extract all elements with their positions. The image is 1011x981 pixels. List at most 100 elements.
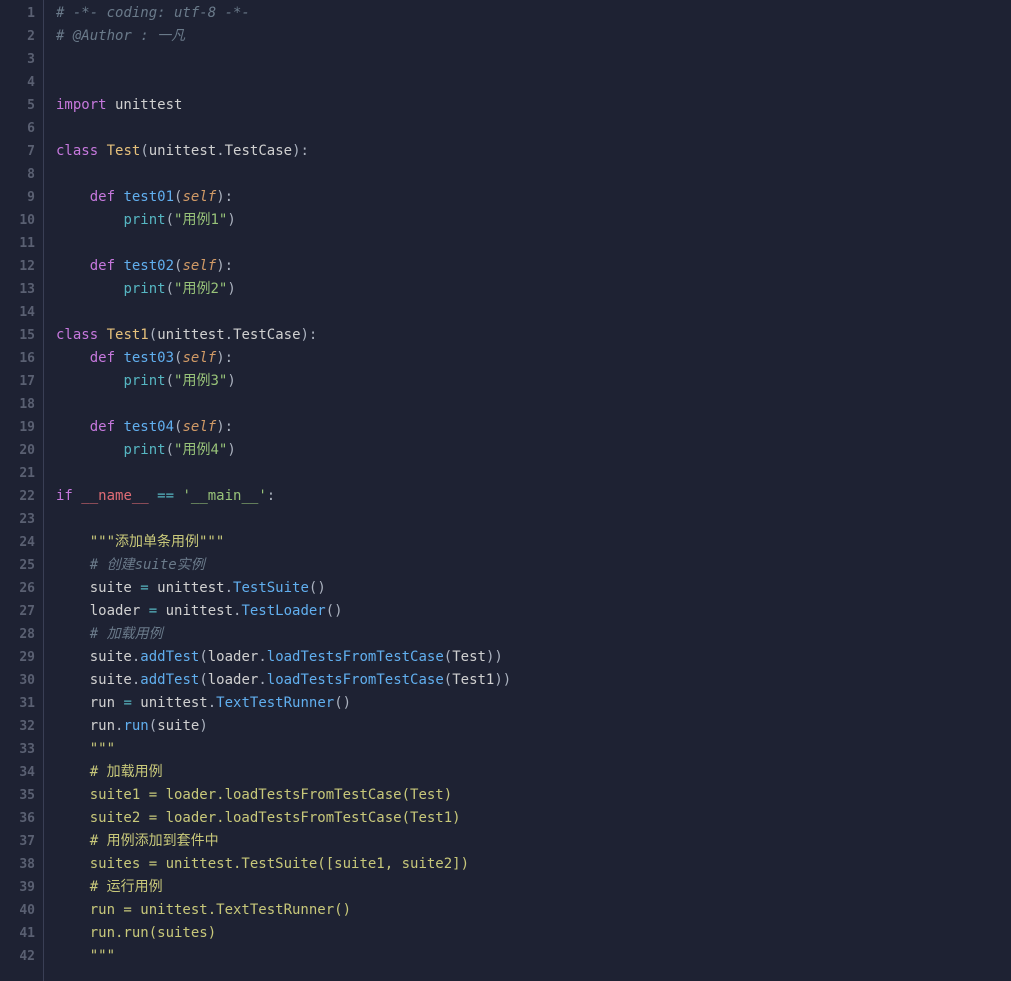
code-line[interactable]: print("用例3") <box>56 370 1011 393</box>
line-number: 1 <box>0 2 35 25</box>
code-token: TestCase <box>225 143 292 159</box>
code-line[interactable]: run.run(suites) <box>56 922 1011 945</box>
line-number: 26 <box>0 577 35 600</box>
code-token: print <box>123 212 165 228</box>
code-token: class <box>56 143 98 159</box>
code-line[interactable]: import unittest <box>56 94 1011 117</box>
code-area[interactable]: # -*- coding: utf-8 -*- # @Author : 一凡 im… <box>44 0 1011 981</box>
code-line[interactable]: class Test1(unittest.TestCase): <box>56 324 1011 347</box>
code-line[interactable]: suite2 = loader.loadTestsFromTestCase(Te… <box>56 807 1011 830</box>
code-token: = <box>149 603 157 619</box>
code-token: addTest <box>140 672 199 688</box>
code-line[interactable]: suite = unittest.TestSuite() <box>56 577 1011 600</box>
code-token: # @Author : 一凡 <box>56 28 185 44</box>
line-number: 2 <box>0 25 35 48</box>
code-line[interactable] <box>56 71 1011 94</box>
code-token <box>56 373 123 389</box>
code-token: . <box>216 143 224 159</box>
code-line[interactable] <box>56 462 1011 485</box>
code-line[interactable]: suite.addTest(loader.loadTestsFromTestCa… <box>56 646 1011 669</box>
code-token <box>56 419 90 435</box>
code-token: suite <box>56 649 132 665</box>
code-token <box>56 189 90 205</box>
code-token <box>56 350 90 366</box>
code-line[interactable]: if __name__ == '__main__': <box>56 485 1011 508</box>
code-line[interactable] <box>56 508 1011 531</box>
code-token: class <box>56 327 98 343</box>
code-line[interactable]: print("用例1") <box>56 209 1011 232</box>
line-number: 16 <box>0 347 35 370</box>
code-line[interactable]: def test04(self): <box>56 416 1011 439</box>
line-number: 37 <box>0 830 35 853</box>
code-token: ( <box>444 672 452 688</box>
code-token: def <box>90 189 115 205</box>
code-line[interactable] <box>56 163 1011 186</box>
line-number: 35 <box>0 784 35 807</box>
code-line[interactable] <box>56 48 1011 71</box>
code-token: loader <box>208 649 259 665</box>
code-line[interactable]: loader = unittest.TestLoader() <box>56 600 1011 623</box>
code-line[interactable]: print("用例2") <box>56 278 1011 301</box>
code-line[interactable]: suite1 = loader.loadTestsFromTestCase(Te… <box>56 784 1011 807</box>
code-line[interactable]: # -*- coding: utf-8 -*- <box>56 2 1011 25</box>
code-line[interactable]: def test02(self): <box>56 255 1011 278</box>
code-line[interactable]: suites = unittest.TestSuite([suite1, sui… <box>56 853 1011 876</box>
code-token <box>56 810 90 826</box>
code-token: Test1 <box>107 327 149 343</box>
code-line[interactable]: def test03(self): <box>56 347 1011 370</box>
code-token: suites = unittest.TestSuite([suite1, sui… <box>90 856 469 872</box>
code-token: loader <box>56 603 149 619</box>
code-token: unittest <box>132 695 208 711</box>
code-line[interactable]: """ <box>56 738 1011 761</box>
code-token: unittest <box>107 97 183 113</box>
code-token: ( <box>444 649 452 665</box>
code-line[interactable]: # 加载用例 <box>56 761 1011 784</box>
line-number: 42 <box>0 945 35 968</box>
code-line[interactable] <box>56 117 1011 140</box>
code-token: """ <box>90 741 115 757</box>
line-number: 21 <box>0 462 35 485</box>
code-line[interactable]: # 运行用例 <box>56 876 1011 899</box>
code-token: ( <box>166 281 174 297</box>
code-token: () <box>309 580 326 596</box>
line-number: 28 <box>0 623 35 646</box>
code-line[interactable]: # 加载用例 <box>56 623 1011 646</box>
code-line[interactable]: # 用例添加到套件中 <box>56 830 1011 853</box>
code-line[interactable]: run = unittest.TextTestRunner() <box>56 692 1011 715</box>
code-token: "用例4" <box>174 442 227 458</box>
code-token: print <box>123 442 165 458</box>
code-token: )) <box>494 672 511 688</box>
code-token: run.run(suites) <box>90 925 216 941</box>
line-number: 11 <box>0 232 35 255</box>
code-line[interactable]: class Test(unittest.TestCase): <box>56 140 1011 163</box>
code-line[interactable]: # 创建suite实例 <box>56 554 1011 577</box>
code-token: suite <box>56 672 132 688</box>
code-line[interactable]: # @Author : 一凡 <box>56 25 1011 48</box>
code-line[interactable]: """ <box>56 945 1011 968</box>
code-token: self <box>182 189 216 205</box>
code-token: ) <box>227 442 235 458</box>
line-number: 7 <box>0 140 35 163</box>
code-token: Test <box>452 649 486 665</box>
code-line[interactable]: print("用例4") <box>56 439 1011 462</box>
code-line[interactable]: run = unittest.TextTestRunner() <box>56 899 1011 922</box>
line-number: 9 <box>0 186 35 209</box>
code-token <box>56 856 90 872</box>
code-token: '__main__' <box>182 488 266 504</box>
code-line[interactable]: run.run(suite) <box>56 715 1011 738</box>
code-token: ): <box>301 327 318 343</box>
code-token: print <box>123 281 165 297</box>
code-token: ): <box>216 419 233 435</box>
code-line[interactable] <box>56 301 1011 324</box>
code-token: )) <box>486 649 503 665</box>
code-line[interactable]: suite.addTest(loader.loadTestsFromTestCa… <box>56 669 1011 692</box>
code-editor[interactable]: 1234567891011121314151617181920212223242… <box>0 0 1011 981</box>
code-token: = <box>140 580 148 596</box>
code-line[interactable] <box>56 232 1011 255</box>
code-line[interactable]: def test01(self): <box>56 186 1011 209</box>
code-line[interactable]: """添加单条用例""" <box>56 531 1011 554</box>
code-token: () <box>326 603 343 619</box>
line-number: 3 <box>0 48 35 71</box>
code-token: """添加单条用例""" <box>90 534 225 550</box>
code-line[interactable] <box>56 393 1011 416</box>
